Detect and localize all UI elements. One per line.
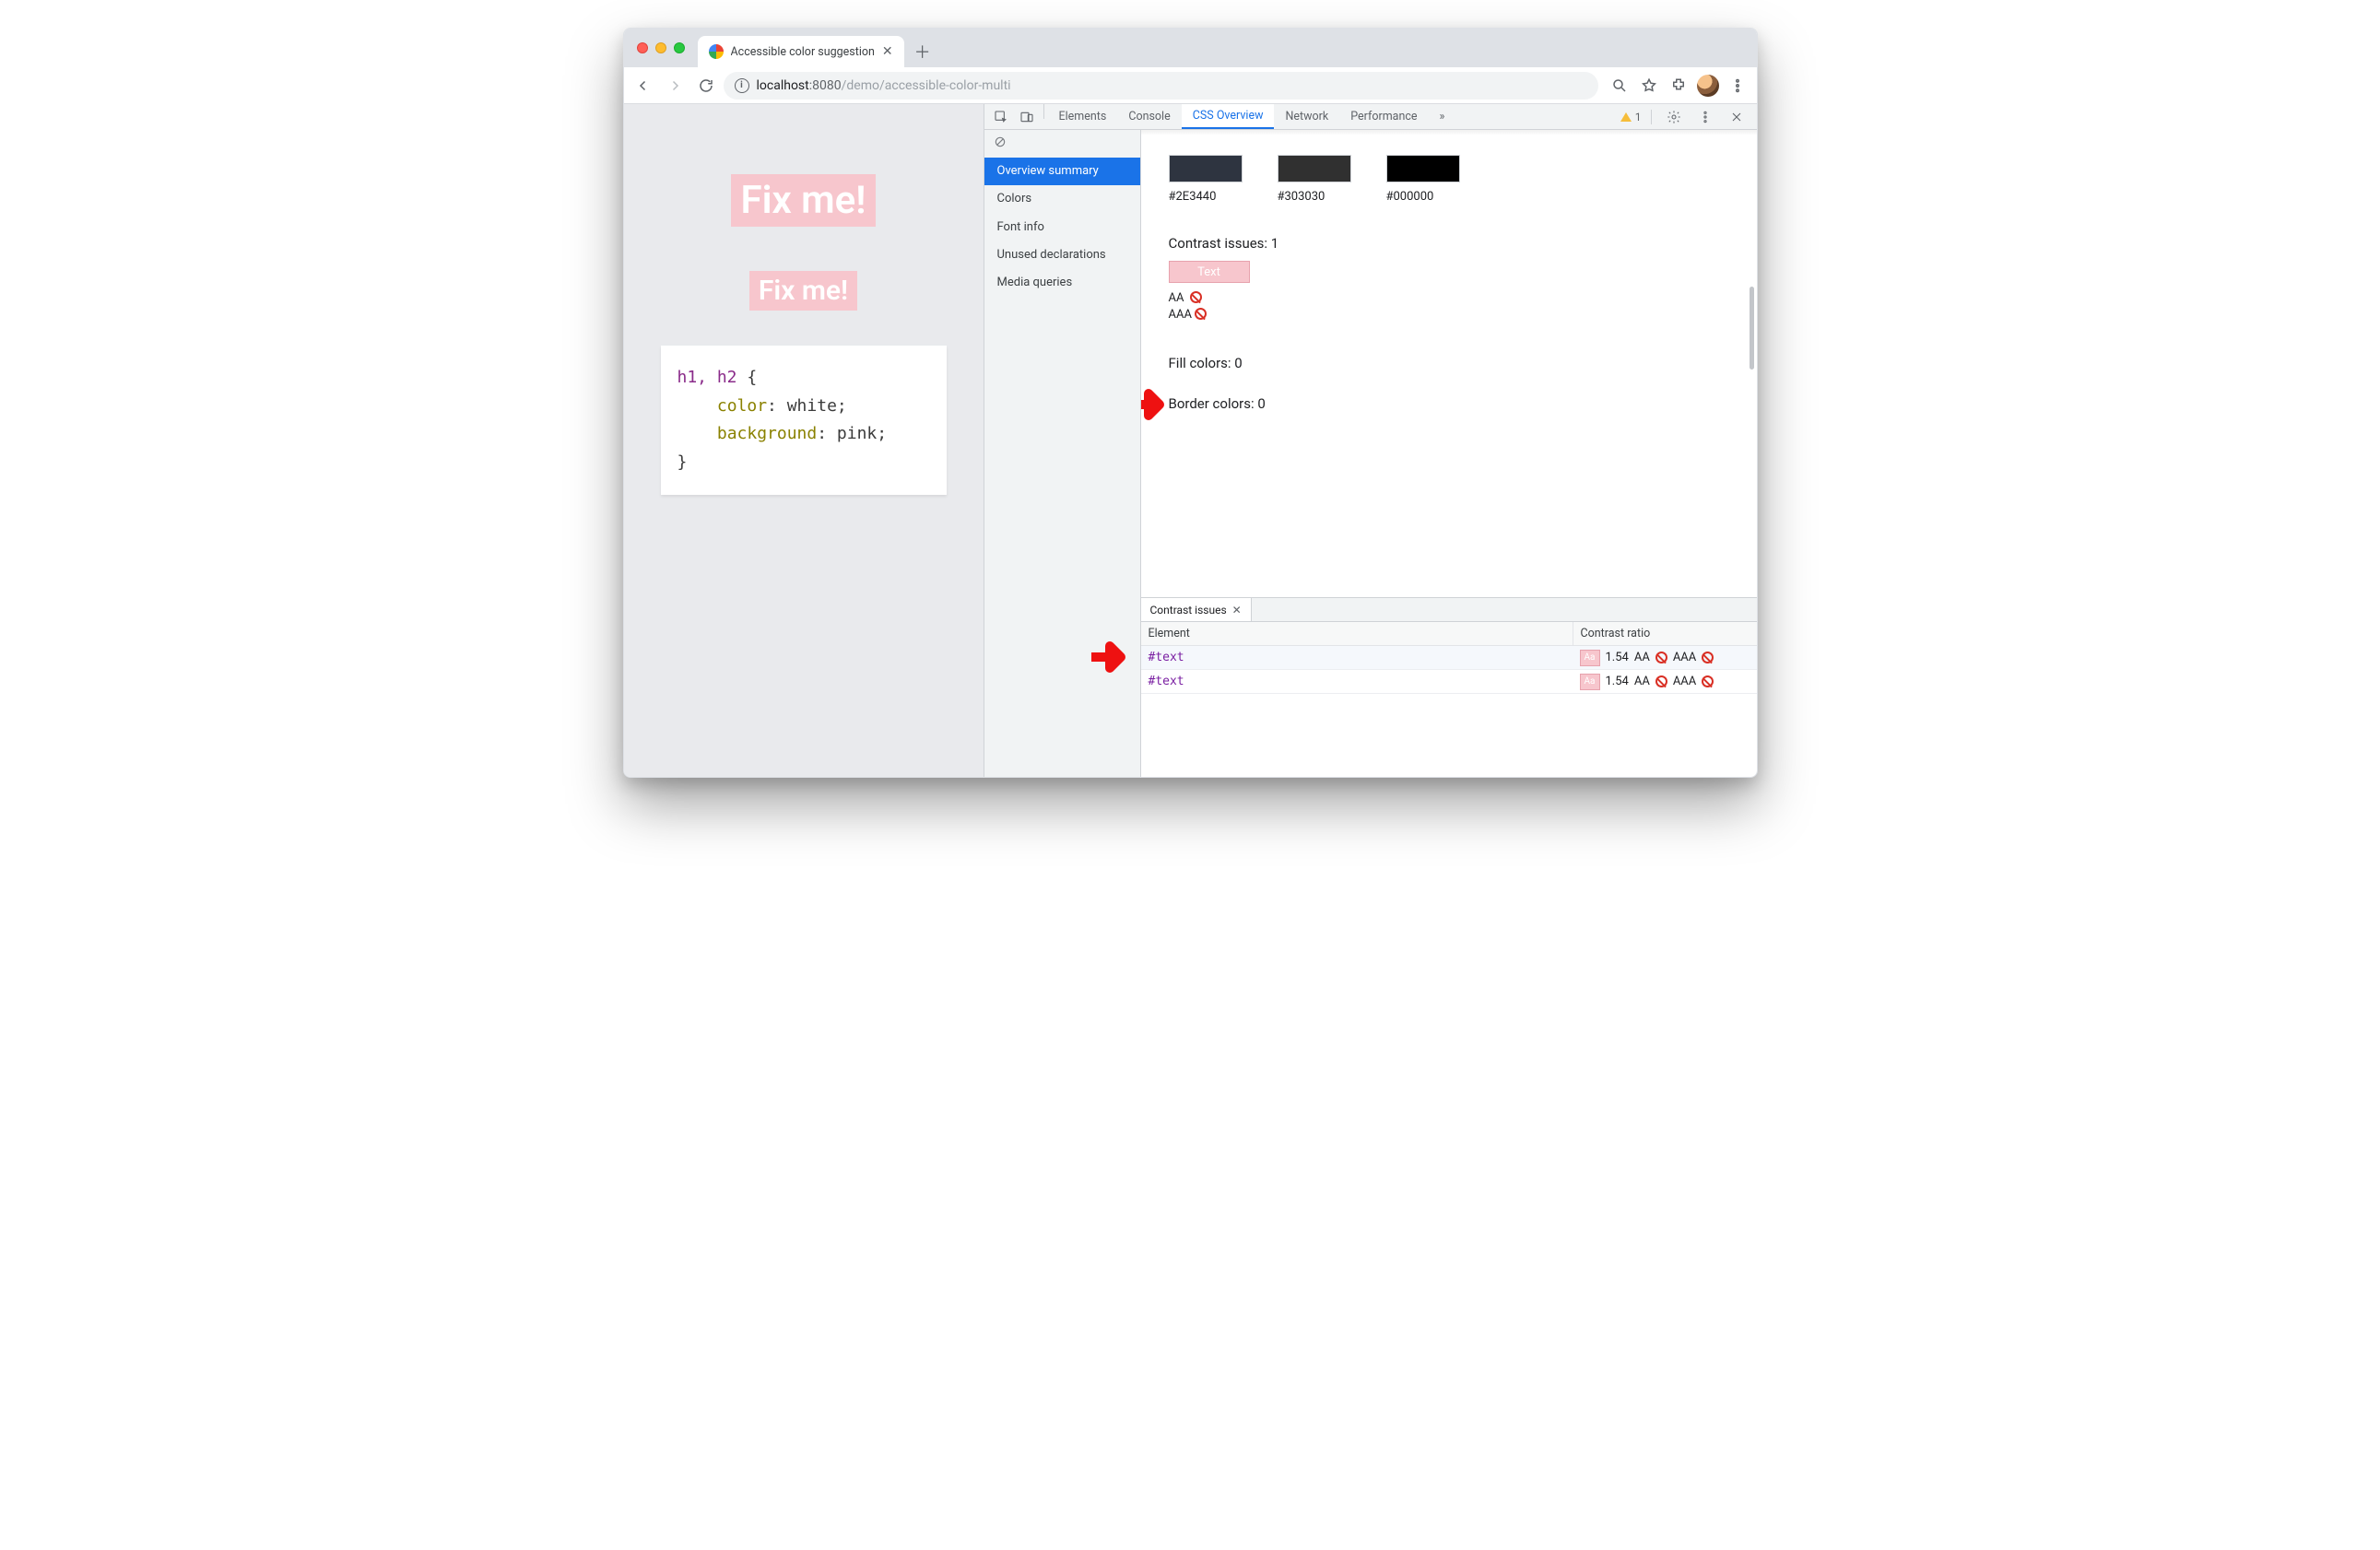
window-minimize-button[interactable]: [655, 42, 666, 53]
contrast-swatch-icon: Aa: [1580, 674, 1600, 690]
tab-css-overview[interactable]: CSS Overview: [1182, 104, 1275, 129]
close-icon[interactable]: ✕: [1232, 604, 1242, 616]
col-header-contrast[interactable]: Contrast ratio: [1573, 622, 1757, 645]
content-area: Fix me! Fix me! h1, h2 { color: white; b…: [624, 104, 1757, 777]
css-overview-scroll[interactable]: #FFFFFF #ABA800 #AD00A1 #4C566A #2E3440: [1141, 130, 1757, 597]
color-label-row: #2E3440 #303030 #000000: [1169, 190, 1757, 204]
page-heading-1: Fix me!: [731, 174, 875, 227]
annotation-arrow-icon: [1141, 388, 1172, 421]
table-row[interactable]: #text Aa 1.54 AA AAA: [1141, 646, 1757, 670]
tab-favicon-icon: [709, 44, 724, 59]
code-snippet: h1, h2 { color: white; background: pink;…: [661, 346, 947, 495]
contrast-aa-block: AA AAA: [1169, 290, 1757, 323]
css-overview-body: Overview summary Colors Font info Unused…: [984, 130, 1757, 777]
extensions-icon[interactable]: [1665, 72, 1692, 100]
color-swatch[interactable]: [1386, 155, 1460, 182]
device-toolbar-icon[interactable]: [1014, 104, 1040, 129]
zoom-icon[interactable]: [1606, 72, 1633, 100]
tab-strip: Accessible color suggestion ✕ ＋: [624, 29, 1757, 67]
color-swatch-row: [1169, 155, 1757, 182]
fail-icon: [1190, 291, 1202, 303]
bottom-panel-rows: #text Aa 1.54 AA AAA #text: [1141, 646, 1757, 694]
contrast-issues-panel: Contrast issues ✕ Element Contrast ratio…: [1141, 597, 1757, 777]
fail-icon: [1195, 308, 1207, 320]
tab-elements[interactable]: Elements: [1048, 104, 1118, 129]
window-zoom-button[interactable]: [674, 42, 685, 53]
nav-back-button[interactable]: [630, 72, 657, 100]
warning-count-badge[interactable]: 1: [1620, 111, 1642, 123]
bottom-panel-tabs: Contrast issues ✕: [1141, 598, 1757, 622]
window-close-button[interactable]: [637, 42, 648, 53]
rendered-page: Fix me! Fix me! h1, h2 { color: white; b…: [624, 104, 984, 777]
devtools-settings-icon[interactable]: [1661, 110, 1687, 124]
tab-console[interactable]: Console: [1117, 104, 1181, 129]
site-info-icon[interactable]: i: [735, 78, 749, 93]
border-colors-heading: Border colors: 0: [1169, 395, 1757, 412]
css-overview-main: #FFFFFF #ABA800 #AD00A1 #4C566A #2E3440: [1141, 130, 1757, 777]
devtools-panel: Elements Console CSS Overview Network Pe…: [984, 104, 1757, 777]
devtools-tabbar: Elements Console CSS Overview Network Pe…: [984, 104, 1757, 130]
browser-menu-icon[interactable]: [1724, 72, 1751, 100]
clear-overview-icon[interactable]: [984, 130, 1140, 158]
tab-more[interactable]: »: [1429, 104, 1456, 129]
color-swatch[interactable]: [1278, 155, 1351, 182]
bottom-panel-headers: Element Contrast ratio: [1141, 622, 1757, 646]
new-tab-button[interactable]: ＋: [910, 39, 936, 65]
nav-reload-button[interactable]: [692, 72, 720, 100]
url-text: localhost:8080/demo/accessible-color-mul…: [757, 78, 1011, 93]
browser-toolbar: i localhost:8080/demo/accessible-color-m…: [624, 67, 1757, 104]
window-controls: [631, 29, 692, 67]
css-overview-sidebar: Overview summary Colors Font info Unused…: [984, 130, 1141, 777]
browser-window: Accessible color suggestion ✕ ＋ i localh…: [623, 28, 1758, 778]
fill-colors-heading: Fill colors: 0: [1169, 355, 1757, 371]
sidebar-item-font-info[interactable]: Font info: [984, 214, 1140, 241]
browser-tab[interactable]: Accessible color suggestion ✕: [698, 36, 904, 67]
sidebar-item-unused-declarations[interactable]: Unused declarations: [984, 241, 1140, 269]
page-heading-2: Fix me!: [749, 271, 857, 311]
tab-network[interactable]: Network: [1274, 104, 1339, 129]
color-swatch[interactable]: [1169, 155, 1243, 182]
contrast-swatch-icon: Aa: [1580, 650, 1600, 666]
fail-icon: [1702, 652, 1714, 663]
bookmark-star-icon[interactable]: [1635, 72, 1663, 100]
bottom-tab-contrast-issues[interactable]: Contrast issues ✕: [1141, 598, 1252, 621]
contrast-issues-heading: Contrast issues: 1: [1169, 235, 1757, 252]
tab-close-icon[interactable]: ✕: [882, 44, 893, 59]
profile-avatar[interactable]: [1694, 72, 1722, 100]
sidebar-item-media-queries[interactable]: Media queries: [984, 269, 1140, 297]
fail-icon: [1655, 652, 1667, 663]
contrast-text-chip[interactable]: Text: [1169, 261, 1250, 283]
nav-forward-button[interactable]: [661, 72, 689, 100]
table-row[interactable]: #text Aa 1.54 AA AAA: [1141, 670, 1757, 694]
warning-icon: [1620, 112, 1632, 122]
inspect-element-icon[interactable]: [988, 104, 1014, 129]
fail-icon: [1702, 675, 1714, 687]
tab-performance[interactable]: Performance: [1339, 104, 1428, 129]
scrollbar-thumb[interactable]: [1750, 287, 1754, 370]
col-header-element[interactable]: Element: [1141, 622, 1573, 645]
sidebar-item-colors[interactable]: Colors: [984, 185, 1140, 213]
fail-icon: [1655, 675, 1667, 687]
devtools-close-icon[interactable]: [1724, 110, 1750, 124]
devtools-menu-icon[interactable]: [1692, 110, 1718, 124]
sidebar-item-overview-summary[interactable]: Overview summary: [984, 158, 1140, 185]
address-bar[interactable]: i localhost:8080/demo/accessible-color-m…: [724, 72, 1598, 100]
tab-title: Accessible color suggestion: [731, 45, 875, 59]
